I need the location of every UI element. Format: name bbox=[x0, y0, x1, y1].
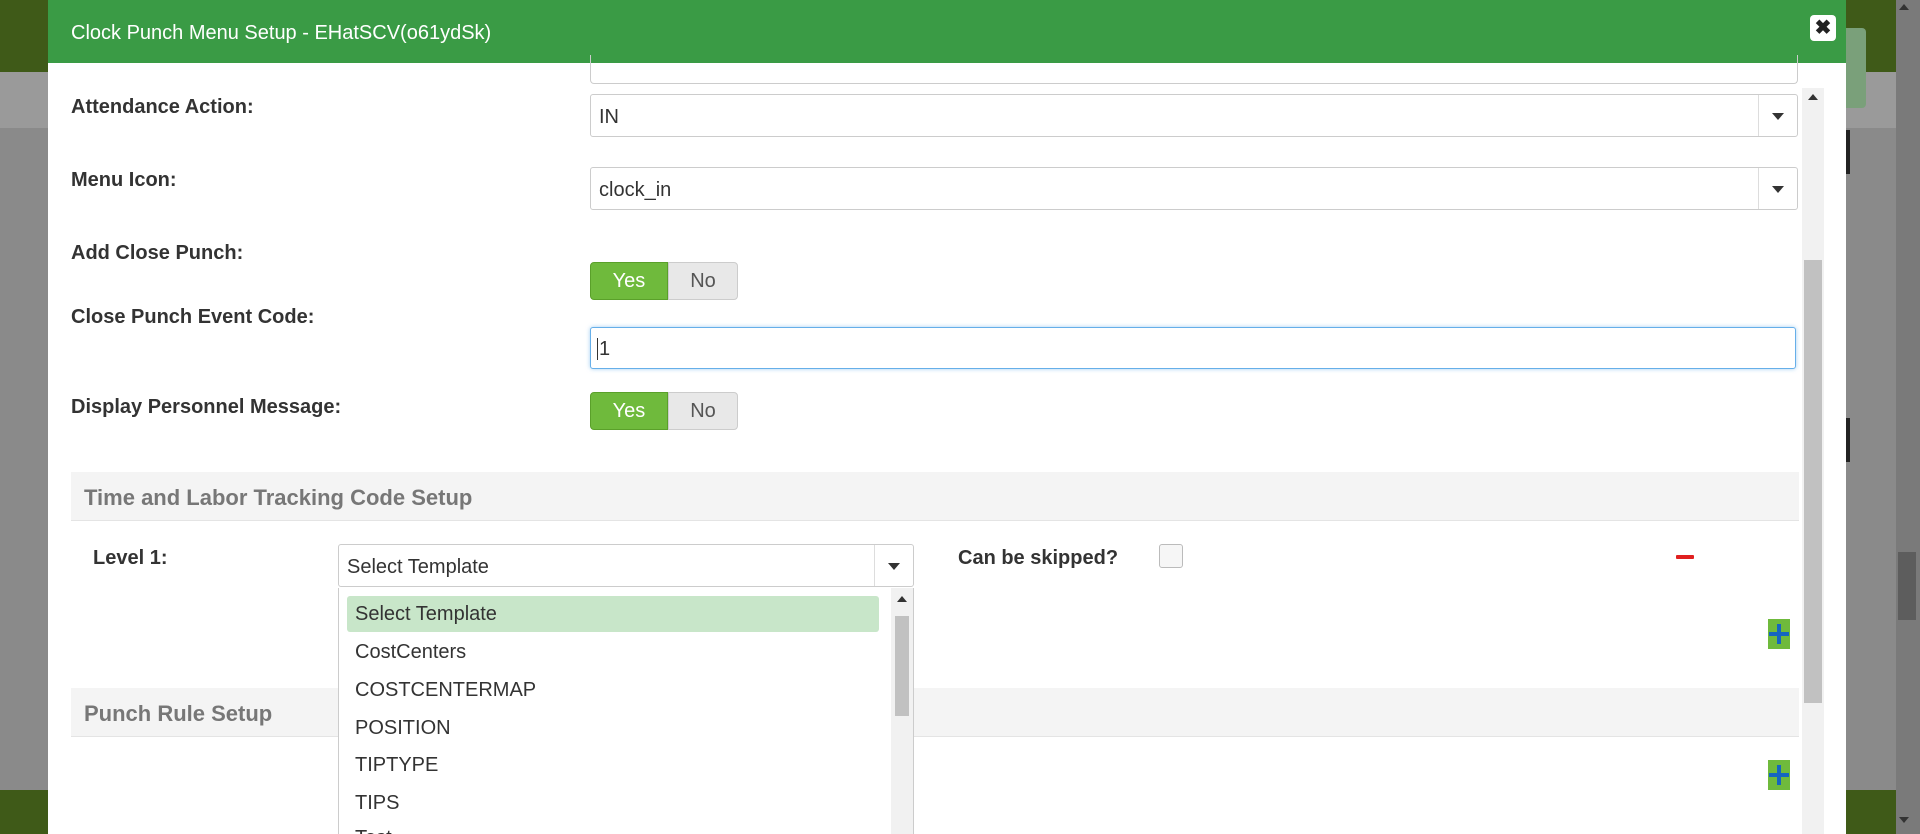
menu-icon-label: Menu Icon: bbox=[71, 169, 177, 191]
scroll-up-icon[interactable] bbox=[1808, 94, 1818, 100]
previous-field-edge bbox=[590, 55, 1798, 84]
modal-header: Clock Punch Menu Setup - EHatSCV(o61ydSk… bbox=[48, 0, 1846, 63]
chevron-down-icon bbox=[1772, 113, 1784, 120]
attendance-action-value: IN bbox=[599, 106, 619, 128]
display-personnel-message-label: Display Personnel Message: bbox=[71, 396, 342, 418]
close-icon[interactable]: ✖ bbox=[1810, 15, 1836, 41]
time-labor-section-title: Time and Labor Tracking Code Setup bbox=[84, 485, 473, 510]
template-dropdown-list: Select Template CostCenters COSTCENTERMA… bbox=[338, 588, 914, 834]
dropdown-option[interactable]: COSTCENTERMAP bbox=[347, 672, 879, 708]
page-scrollbar[interactable] bbox=[1896, 0, 1920, 834]
page-scroll-up-icon[interactable] bbox=[1899, 4, 1909, 10]
modal-body: Attendance Action: IN Menu Icon: clock_i… bbox=[48, 55, 1846, 834]
add-close-punch-yes-button[interactable]: Yes bbox=[590, 262, 668, 300]
add-level-plus-icon[interactable] bbox=[1768, 619, 1790, 649]
text-caret bbox=[597, 338, 598, 360]
dropdown-option[interactable]: TIPTYPE bbox=[347, 747, 879, 783]
modal-scrollbar[interactable] bbox=[1802, 88, 1824, 834]
menu-icon-toggle[interactable] bbox=[1758, 168, 1797, 209]
dropdown-option[interactable]: Select Template bbox=[347, 596, 879, 632]
dropdown-scrollbar-thumb[interactable] bbox=[895, 616, 909, 716]
modal-title: Clock Punch Menu Setup - EHatSCV(o61ydSk… bbox=[71, 22, 492, 44]
level-1-template-toggle[interactable] bbox=[874, 545, 913, 586]
punch-rule-section-title: Punch Rule Setup bbox=[84, 701, 273, 726]
level-1-template-select[interactable]: Select Template bbox=[338, 544, 914, 587]
dropdown-option[interactable]: POSITION bbox=[347, 710, 879, 746]
close-punch-event-code-value: 1 bbox=[599, 338, 611, 360]
attendance-action-toggle[interactable] bbox=[1758, 95, 1797, 136]
dropdown-scrollbar[interactable] bbox=[891, 588, 913, 834]
chevron-down-icon bbox=[888, 563, 900, 570]
chevron-down-icon bbox=[1772, 186, 1784, 193]
page-scroll-down-icon[interactable] bbox=[1899, 817, 1909, 823]
display-personnel-message-no-button[interactable]: No bbox=[668, 392, 738, 430]
level-1-template-value: Select Template bbox=[347, 556, 489, 578]
punch-rule-section-header: Punch Rule Setup bbox=[71, 688, 1799, 737]
can-be-skipped-label: Can be skipped? bbox=[958, 547, 1119, 569]
modal-scrollbar-thumb[interactable] bbox=[1804, 260, 1822, 703]
dropdown-option[interactable]: Test bbox=[347, 820, 879, 834]
dropdown-option[interactable]: CostCenters bbox=[347, 634, 879, 670]
remove-level-minus-icon[interactable] bbox=[1676, 555, 1694, 559]
dropdown-option[interactable]: TIPS bbox=[347, 785, 879, 821]
menu-icon-value: clock_in bbox=[599, 179, 672, 201]
add-close-punch-no-button[interactable]: No bbox=[668, 262, 738, 300]
display-personnel-message-yes-button[interactable]: Yes bbox=[590, 392, 668, 430]
scroll-up-icon[interactable] bbox=[897, 596, 907, 602]
menu-icon-select[interactable]: clock_in bbox=[590, 167, 1798, 210]
clock-punch-menu-setup-modal: Clock Punch Menu Setup - EHatSCV(o61ydSk… bbox=[48, 0, 1846, 834]
add-close-punch-label: Add Close Punch: bbox=[71, 242, 244, 264]
add-punch-rule-plus-icon[interactable] bbox=[1768, 760, 1790, 790]
level-1-label: Level 1: bbox=[93, 547, 168, 569]
attendance-action-label: Attendance Action: bbox=[71, 96, 254, 118]
page-scrollbar-thumb[interactable] bbox=[1898, 552, 1916, 620]
close-punch-event-code-input[interactable]: 1 bbox=[590, 327, 1796, 369]
close-punch-event-code-label: Close Punch Event Code: bbox=[71, 306, 315, 328]
attendance-action-select[interactable]: IN bbox=[590, 94, 1798, 137]
time-labor-section-header: Time and Labor Tracking Code Setup bbox=[71, 472, 1799, 521]
can-be-skipped-checkbox[interactable] bbox=[1159, 544, 1183, 568]
